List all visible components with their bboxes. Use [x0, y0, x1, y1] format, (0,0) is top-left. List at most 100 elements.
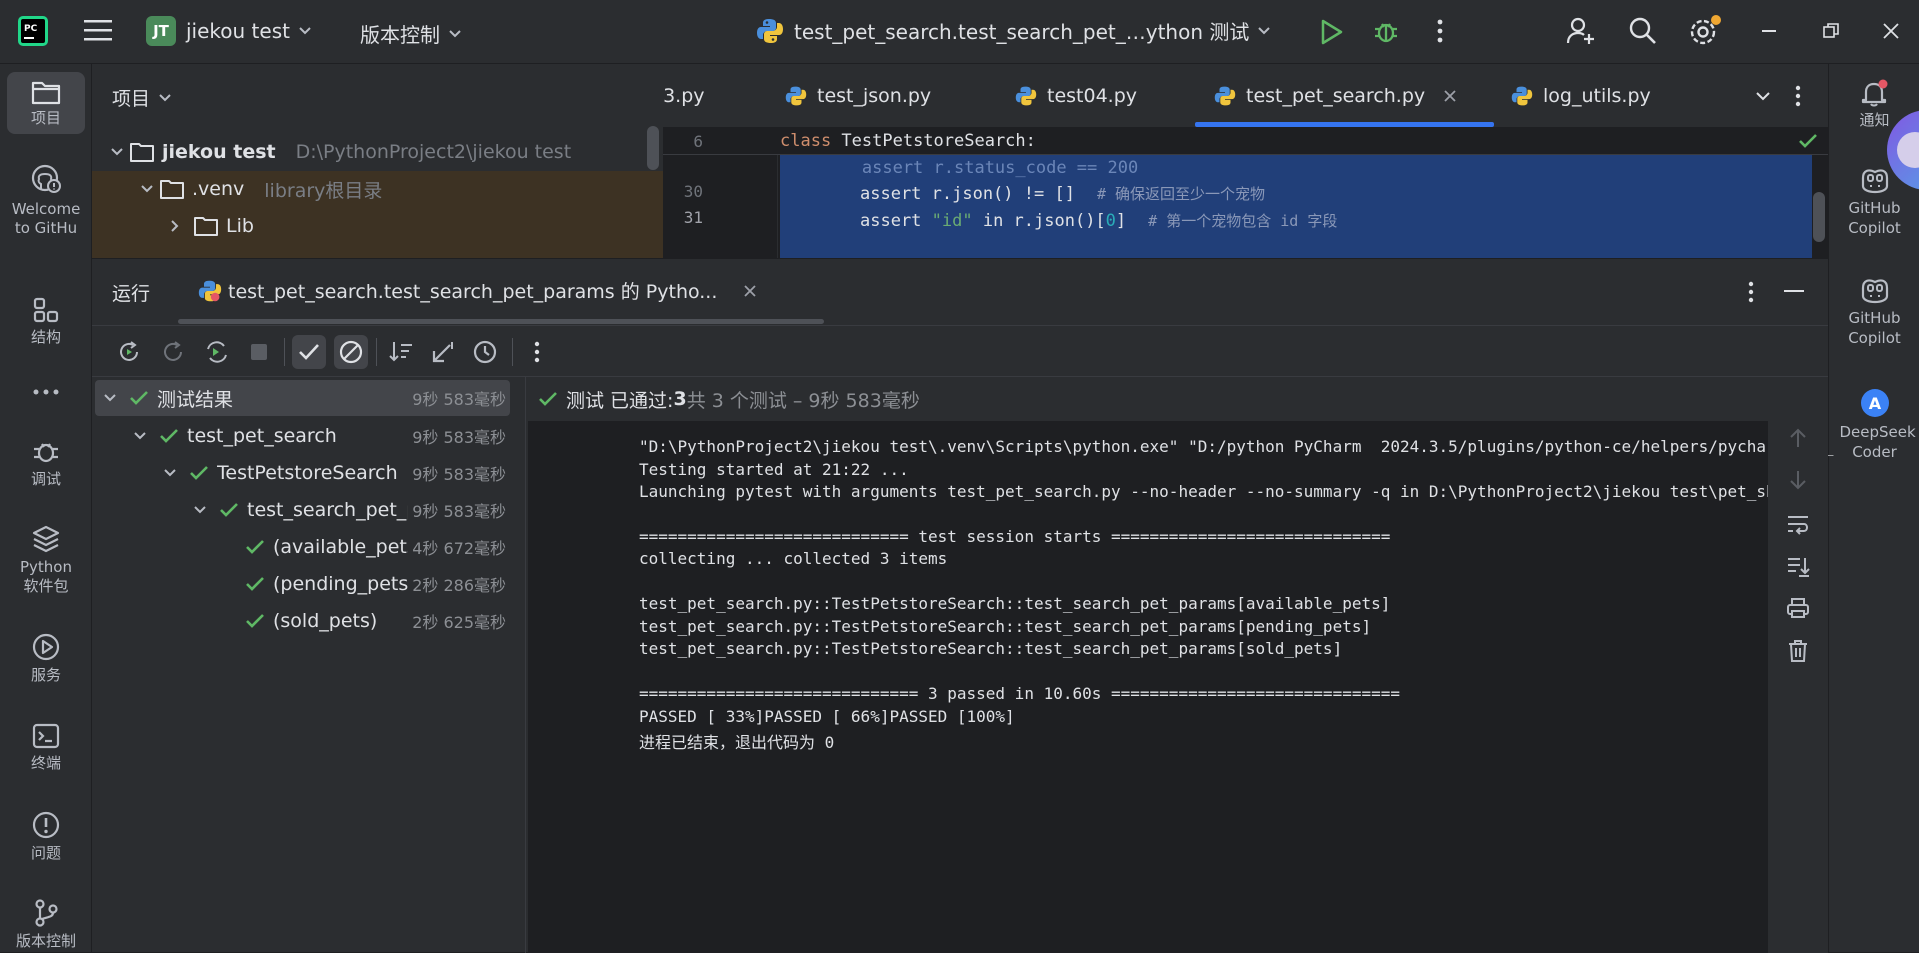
tree-row-time: 9秒 583毫秒 [408, 386, 506, 410]
tool-python-packages[interactable]: Python 软件包 [0, 524, 92, 596]
debug-icon[interactable] [1372, 17, 1400, 45]
test-status-bar: 测试 已通过: 3 共 3 个测试 – 9秒 583毫秒 [528, 377, 1768, 421]
tool-structure[interactable]: 结构 [0, 296, 92, 347]
restore-icon[interactable] [1823, 23, 1839, 39]
tab-03-py[interactable]: 03.py [663, 64, 705, 128]
tool-welcome-github[interactable]: Welcome to GitHu [0, 164, 92, 238]
close-tab-icon[interactable] [743, 284, 757, 298]
tree-row-results-root[interactable]: 测试结果 9秒 583毫秒 [95, 380, 510, 416]
tool-debug[interactable]: 调试 [0, 436, 92, 489]
tool-more[interactable] [0, 388, 92, 396]
tree-row-class[interactable]: TestPetstoreSearch 9秒 583毫秒 [95, 455, 510, 491]
tab-test04[interactable]: test04.py [1015, 64, 1137, 128]
tool-deepseek-coder[interactable]: A DeepSeek Coder [1829, 388, 1919, 462]
print-icon[interactable] [1768, 597, 1828, 619]
minimize-icon[interactable] [1762, 30, 1776, 33]
tabs-more-button[interactable] [1795, 64, 1801, 128]
tool-services[interactable]: 服务 [0, 632, 92, 685]
tree-row-case-available[interactable]: (available_pets) 4秒 672毫秒 [95, 529, 510, 565]
more-vert-icon[interactable] [1437, 19, 1443, 43]
run-tab[interactable]: test_pet_search.test_search_pet_params 的… [198, 277, 757, 304]
tool-project[interactable]: 项目 [0, 72, 92, 134]
rerun-failed-icon[interactable] [156, 335, 190, 369]
run-config-selector[interactable]: test_pet_search.test_search_pet_…ython 测… [756, 16, 1271, 45]
bug-icon [31, 436, 61, 466]
trash-icon[interactable] [1768, 639, 1828, 663]
tree-item-label: Lib [226, 215, 254, 237]
show-passed-icon[interactable] [292, 335, 326, 369]
collapse-all-icon[interactable] [426, 335, 460, 369]
scroll-up-icon[interactable] [1768, 427, 1828, 449]
show-ignored-icon[interactable] [334, 335, 368, 369]
tool-problems[interactable]: 问题 [0, 810, 92, 863]
tool-python-packages-label: Python 软件包 [20, 558, 72, 595]
left-tool-strip: 项目 Welcome to GitHu 结构 调试 Python 软件包 服务 … [0, 64, 92, 952]
project-panel-header[interactable]: 项目 [112, 84, 172, 111]
console-line: "D:\PythonProject2\jiekou test\.venv\Scr… [639, 437, 1834, 456]
check-icon [245, 612, 265, 630]
tree-row-label: TestPetstoreSearch [217, 462, 398, 484]
folder-icon [160, 179, 184, 199]
scroll-down-icon[interactable] [1768, 469, 1828, 491]
run-config-label: test_pet_search.test_search_pet_…ython 测… [794, 20, 1250, 44]
tree-item-root[interactable]: jiekou test D:\PythonProject2\jiekou tes… [110, 134, 571, 170]
tree-row-module[interactable]: test_pet_search 9秒 583毫秒 [95, 418, 510, 454]
check-icon[interactable] [1798, 132, 1818, 150]
tool-github-copilot-2[interactable]: GitHub Copilot [1829, 276, 1919, 348]
app-logo-icon: PC [18, 16, 48, 46]
close-tab-icon[interactable] [1443, 89, 1457, 103]
tool-vcs[interactable]: 版本控制 [0, 898, 92, 951]
search-icon[interactable] [1628, 16, 1658, 46]
scrollbar-thumb[interactable] [647, 126, 659, 170]
tab-log-utils[interactable]: log_utils.py [1511, 64, 1651, 128]
svg-text:PC: PC [24, 24, 38, 34]
tree-item-lib[interactable]: Lib [170, 208, 254, 244]
tool-problems-label: 问题 [30, 844, 61, 862]
close-icon[interactable] [1882, 22, 1900, 40]
line-number-31: 31 [683, 208, 703, 227]
soft-wrap-icon[interactable] [1768, 513, 1828, 535]
tab-test-pet-search[interactable]: test_pet_search.py [1214, 64, 1457, 128]
tool-services-label: 服务 [30, 666, 61, 684]
run-panel: 运行 test_pet_search.test_search_pet_param… [92, 258, 1833, 953]
scroll-to-end-icon[interactable] [1768, 555, 1828, 577]
stop-icon[interactable] [242, 335, 276, 369]
python-file-icon [1015, 85, 1037, 107]
toggle-autotest-icon[interactable] [200, 335, 234, 369]
vcs-menu[interactable]: 版本控制 [360, 19, 462, 48]
tree-item-venv[interactable]: .venv library根目录 [140, 171, 382, 207]
folder-icon [194, 216, 218, 236]
code-text: in r.json()[ [972, 210, 1106, 231]
title-bar: PC JT jiekou test 版本控制 test_pet_search.t… [0, 0, 1919, 64]
tree-item-hint: library根目录 [264, 179, 383, 202]
settings-icon[interactable] [1688, 14, 1722, 48]
python-test-icon [756, 17, 784, 45]
project-badge: JT [146, 16, 176, 46]
sort-icon[interactable] [384, 335, 418, 369]
run-icon[interactable] [1320, 19, 1344, 45]
tree-row-time: 9秒 583毫秒 [408, 498, 506, 522]
editor-scrollbar-thumb[interactable] [1813, 192, 1825, 242]
project-panel: 项目 jiekou test D:\PythonProject2\jiekou … [92, 64, 663, 258]
check-icon [245, 575, 265, 593]
tree-row-case-pending[interactable]: (pending_pets) 2秒 286毫秒 [95, 566, 510, 602]
history-icon[interactable] [468, 335, 502, 369]
minimize-panel-icon[interactable] [1784, 290, 1804, 293]
project-switcher[interactable]: JT jiekou test [146, 16, 312, 46]
add-user-icon[interactable] [1566, 16, 1596, 46]
tool-github-copilot-1[interactable]: GitHub Copilot [1829, 166, 1919, 238]
tree-row-time: 2秒 625毫秒 [408, 609, 506, 633]
tree-row-case-sold[interactable]: (sold_pets) 2秒 625毫秒 [95, 603, 510, 639]
tab-scrollbar[interactable] [178, 319, 824, 324]
more-vert-icon[interactable] [1748, 281, 1754, 303]
code-text: assert [860, 210, 932, 231]
tool-terminal[interactable]: 终端 [0, 722, 92, 773]
tree-row-function[interactable]: test_search_pet_params 9秒 583毫秒 [95, 492, 510, 528]
code-string: "id" [931, 210, 973, 231]
tabs-overflow-button[interactable] [1755, 64, 1771, 128]
hamburger-menu-icon[interactable] [84, 18, 112, 42]
tab-test-json[interactable]: test_json.py [785, 64, 931, 128]
rerun-icon[interactable] [112, 335, 146, 369]
more-vert-icon[interactable] [520, 335, 554, 369]
tree-row-time: 9秒 583毫秒 [408, 461, 506, 485]
